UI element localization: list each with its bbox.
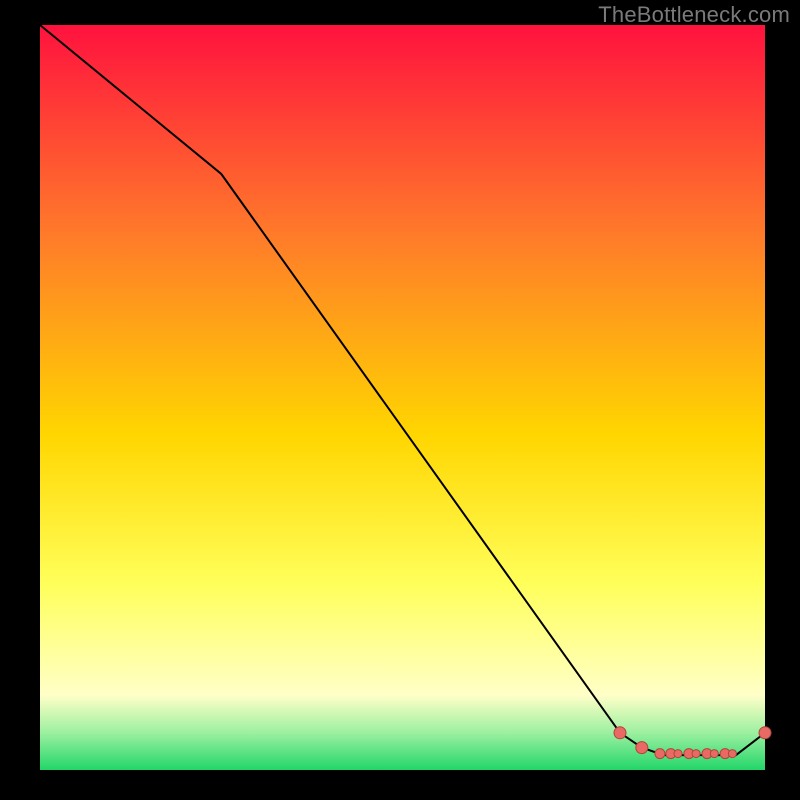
data-marker: [759, 727, 771, 739]
data-marker: [636, 742, 648, 754]
data-marker: [614, 727, 626, 739]
data-marker: [710, 750, 718, 758]
plot-area: [40, 25, 765, 770]
data-marker: [655, 749, 665, 759]
data-marker: [692, 750, 700, 758]
data-marker: [674, 750, 682, 758]
watermark-text: TheBottleneck.com: [598, 2, 790, 28]
chart-svg: [0, 0, 800, 800]
chart-frame: { "watermark": "TheBottleneck.com", "col…: [0, 0, 800, 800]
data-marker: [728, 750, 736, 758]
